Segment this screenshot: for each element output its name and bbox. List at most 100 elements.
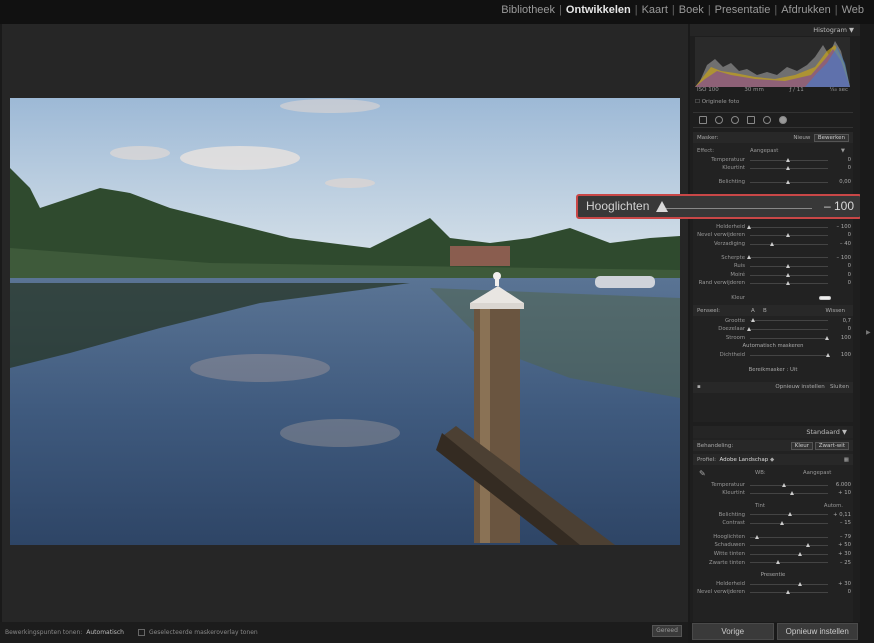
module-kaart[interactable]: Kaart (638, 4, 672, 16)
profile-value[interactable]: Adobe Landschap (719, 457, 768, 463)
highlights-thumb[interactable] (656, 201, 668, 212)
mask-new-button[interactable]: Nieuw (793, 135, 810, 141)
slider-thumb[interactable] (747, 224, 751, 229)
slider-thumb[interactable] (775, 560, 780, 565)
slider-track[interactable] (750, 337, 828, 339)
color-swatch[interactable] (819, 295, 831, 300)
slider-thumb[interactable] (747, 255, 751, 260)
slider-track[interactable] (750, 243, 828, 245)
slider-stroom[interactable]: Stroom 100 (693, 334, 853, 343)
histogram-header[interactable]: Histogram ▼ (690, 24, 860, 36)
effect-row[interactable]: Effect: Aangepast ▼ (693, 147, 853, 156)
profile-row[interactable]: Profiel: Adobe Landschap ◆ ▦ (693, 454, 853, 465)
slider-thumb[interactable] (786, 263, 790, 268)
slider-thumb[interactable] (786, 166, 790, 171)
slider-helderheid[interactable]: Helderheid – 100 (693, 223, 853, 232)
wb-value[interactable]: Aangepast (803, 470, 831, 476)
slider-track[interactable] (750, 536, 828, 538)
slider-thumb[interactable] (786, 157, 790, 162)
slider-track[interactable] (750, 226, 828, 228)
brush-b-button[interactable]: B (763, 308, 767, 314)
edit-pins-select[interactable]: Automatisch (86, 629, 124, 636)
module-presentatie[interactable]: Presentatie (711, 4, 775, 16)
adjustment-brush-icon[interactable] (779, 116, 787, 124)
slider-thumb[interactable] (805, 543, 810, 548)
auto-tone-button[interactable]: Autom. (824, 503, 843, 509)
mask-edit-button[interactable]: Bewerken (813, 133, 849, 142)
redeye-icon[interactable] (731, 116, 739, 124)
slider-verzadiging[interactable]: Verzadiging – 40 (693, 240, 853, 249)
treatment-color-button[interactable]: Kleur (790, 441, 814, 450)
slider-track[interactable] (750, 484, 828, 486)
slider-track[interactable] (750, 328, 828, 330)
auto-mask-row[interactable]: Automatisch maskeren (693, 342, 853, 351)
slider-kleurtint[interactable]: Kleurtint + 10 (693, 489, 853, 498)
slider-thumb[interactable] (770, 241, 775, 246)
density-slider[interactable]: Dichtheid 100 (693, 351, 853, 360)
spot-removal-icon[interactable] (715, 116, 723, 124)
graduated-filter-icon[interactable] (747, 116, 755, 124)
eyedropper-icon[interactable]: ✎ (699, 469, 706, 478)
triangle-icon[interactable]: ▼ (841, 148, 845, 154)
slider-schaduwen[interactable]: Schaduwen + 50 (693, 541, 853, 550)
slider-track[interactable] (750, 545, 828, 547)
local-close-button[interactable]: Sluiten (830, 384, 849, 390)
slider-belichting[interactable]: Belichting + 0,11 (693, 510, 853, 519)
slider-moiré[interactable]: Moiré 0 (693, 271, 853, 280)
photo-canvas[interactable] (10, 98, 680, 545)
slider-thumb[interactable] (786, 179, 790, 184)
module-ontwikkelen[interactable]: Ontwikkelen (562, 4, 635, 16)
slider-witte-tinten[interactable]: Witte tinten + 30 (693, 550, 853, 559)
slider-track[interactable] (750, 553, 828, 555)
slider-zwarte-tinten[interactable]: Zwarte tinten – 25 (693, 558, 853, 567)
treatment-bw-button[interactable]: Zwart-wit (814, 441, 849, 450)
crop-icon[interactable] (699, 116, 707, 124)
slider-thumb[interactable] (782, 482, 787, 487)
panel-toggle-icon[interactable]: ▶ (866, 329, 871, 336)
slider-hooglichten[interactable]: Hooglichten – 79 (693, 533, 853, 542)
slider-belichting[interactable]: Belichting 0,00 (693, 178, 853, 187)
local-reset-button[interactable]: Opnieuw instellen (775, 384, 824, 390)
toggle-icon[interactable]: ▪ (697, 384, 701, 390)
overlay-checkbox[interactable] (137, 629, 145, 636)
reset-button[interactable]: Opnieuw instellen (776, 623, 858, 640)
slider-thumb[interactable] (787, 512, 792, 517)
basic-header[interactable]: Standaard ▼ (693, 426, 853, 438)
wb-row[interactable]: ✎ WB: Aangepast (693, 469, 853, 478)
slider-thumb[interactable] (786, 233, 790, 238)
slider-thumb[interactable] (754, 534, 759, 539)
slider-doezelaar[interactable]: Doezelaar 0 (693, 325, 853, 334)
done-button[interactable]: Gereed (652, 625, 682, 637)
brush-a-button[interactable]: A (751, 308, 755, 314)
slider-thumb[interactable] (750, 318, 755, 323)
slider-thumb[interactable] (825, 335, 829, 340)
slider-thumb[interactable] (789, 491, 794, 496)
effect-value[interactable]: Aangepast (750, 148, 778, 154)
slider-nevel-verwijderen[interactable]: Nevel verwijderen 0 (693, 231, 853, 240)
slider-scherpte[interactable]: Scherpte – 100 (693, 253, 853, 262)
slider-thumb[interactable] (826, 352, 830, 357)
original-photo-label[interactable]: ☐ Originele foto (695, 99, 739, 105)
slider-track[interactable] (750, 562, 828, 564)
slider-track[interactable] (750, 583, 828, 585)
profile-browser-icon[interactable]: ▦ (844, 457, 849, 463)
slider-thumb[interactable] (786, 281, 790, 286)
slider-thumb[interactable] (779, 520, 784, 525)
brush-erase-button[interactable]: Wissen (826, 308, 845, 314)
slider-helderheid[interactable]: Helderheid + 30 (693, 580, 853, 589)
highlights-callout[interactable]: Hooglichten – 100 (576, 194, 862, 219)
previous-button[interactable]: Vorige (692, 623, 774, 640)
radial-filter-icon[interactable] (763, 116, 771, 124)
slider-thumb[interactable] (786, 590, 790, 595)
module-bibliotheek[interactable]: Bibliotheek (497, 4, 559, 16)
highlights-track[interactable] (664, 208, 812, 209)
slider-track[interactable] (750, 257, 828, 259)
range-mask-row[interactable]: Bereikmasker : Uit (693, 365, 853, 374)
module-afdrukken[interactable]: Afdrukken (777, 4, 835, 16)
slider-ruis[interactable]: Ruis 0 (693, 262, 853, 271)
module-boek[interactable]: Boek (675, 4, 708, 16)
slider-track[interactable] (750, 522, 828, 524)
slider-thumb[interactable] (797, 551, 802, 556)
slider-grootte[interactable]: Grootte 0,7 (693, 316, 853, 325)
module-web[interactable]: Web (838, 4, 868, 16)
